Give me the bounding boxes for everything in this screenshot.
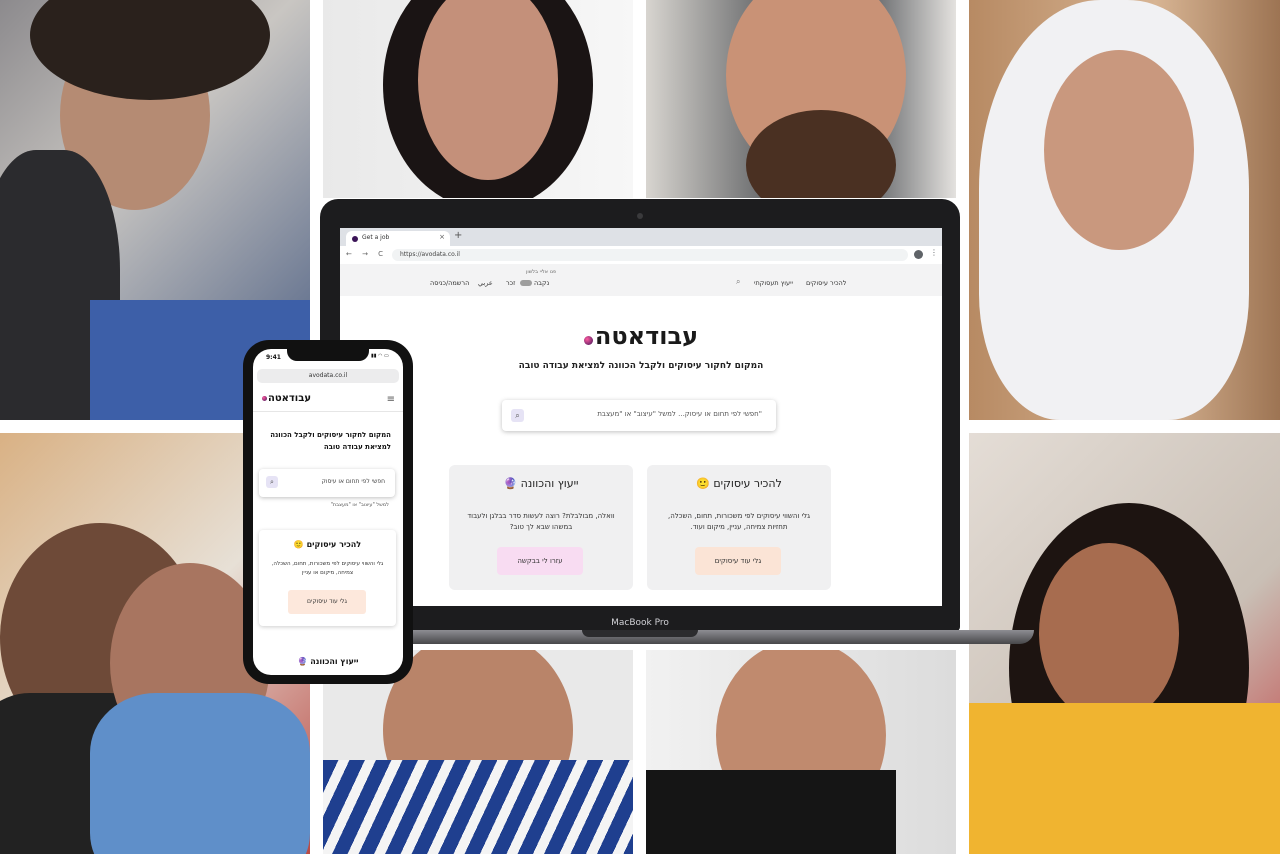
tab-title: Get a job bbox=[362, 234, 390, 241]
phone-header: עבודאטה ≡ bbox=[253, 389, 403, 412]
explore-occupations-button[interactable]: גלי עוד עיסוקים bbox=[695, 547, 781, 575]
card-title: להכיר עיסוקים 🙂 bbox=[696, 477, 782, 490]
phone-tagline: המקום לחקור עיסוקים ולקבל הכוונה למציאת … bbox=[270, 431, 391, 451]
photo-man-glasses bbox=[646, 0, 956, 198]
site-header: להכיר עיסוקים ייעוץ תעסוקתי ⌕ פנו אליי ב… bbox=[340, 264, 942, 296]
nav-career-consulting[interactable]: ייעוץ תעסוקתי bbox=[754, 279, 793, 287]
phone-logo-text: עבודאטה bbox=[267, 393, 311, 404]
browser-tab-bar: Get a job × + bbox=[340, 228, 942, 246]
login-link[interactable]: הרשמה/כניסה bbox=[430, 279, 469, 287]
status-time: 9:41 bbox=[266, 354, 281, 361]
phone-search-example: למשל "עיצוב" או "מעצבת" bbox=[330, 502, 389, 508]
card-description: גלי והשווי עיסוקים לפי משכורות, תחום, הש… bbox=[667, 512, 811, 531]
browser-tab[interactable]: Get a job × bbox=[346, 231, 450, 246]
browser-address-bar: ← → C https://avodata.co.il ⋮ bbox=[340, 246, 942, 265]
laptop-model-label: MacBook Pro bbox=[611, 618, 669, 628]
help-me-button[interactable]: עזרו לי בבקשה bbox=[497, 547, 583, 575]
laptop-notch bbox=[582, 630, 698, 637]
site-tagline: המקום לחקור עיסוקים ולקבל הכוונה למציאת … bbox=[518, 361, 764, 371]
url-field[interactable]: https://avodata.co.il bbox=[392, 249, 908, 261]
photo-woman-headscarf bbox=[969, 0, 1280, 420]
url-text: https://avodata.co.il bbox=[400, 251, 460, 258]
laptop-camera bbox=[637, 213, 643, 219]
gender-caption: פנו אליי בלשון bbox=[526, 269, 557, 275]
profile-icon[interactable] bbox=[914, 250, 923, 259]
phone-url-bar[interactable]: avodata.co.il bbox=[257, 369, 399, 383]
phone-search-placeholder: חפשי לפי תחום או עיסוק bbox=[321, 478, 385, 485]
favicon-icon bbox=[352, 236, 358, 242]
phone-notch bbox=[287, 349, 369, 361]
card-about-employment: להכיר עיסוקים 🙂 גלי והשווי עיסוקים לפי מ… bbox=[647, 465, 831, 590]
site-logo: עבודאטה bbox=[340, 322, 942, 350]
phone-card-about-employment: להכיר עיסוקים 🙂 גלי והשווי עיסוקים לפי מ… bbox=[259, 530, 396, 626]
logo-dot-icon bbox=[583, 336, 593, 345]
search-icon[interactable]: ⌕ bbox=[736, 277, 740, 287]
site-logo-text: עבודאטה bbox=[594, 322, 699, 350]
phone-logo: עבודאטה bbox=[261, 393, 311, 404]
hamburger-menu-icon[interactable]: ≡ bbox=[387, 394, 395, 405]
search-placeholder: חפשי לפי תחום או עיסוק... למשל "עיצוב" א… bbox=[597, 410, 762, 418]
tab-close-icon[interactable]: × bbox=[439, 233, 445, 241]
search-input[interactable]: חפשי לפי תחום או עיסוק... למשל "עיצוב" א… bbox=[502, 400, 776, 431]
phone-next-card-title: ייעוץ והכוונה 🔮 bbox=[297, 657, 359, 666]
card-title: ייעוץ והכוונה 🔮 bbox=[503, 477, 579, 490]
gender-male-label[interactable]: זכר bbox=[506, 279, 515, 287]
language-arabic-link[interactable]: عربي bbox=[478, 279, 493, 287]
new-tab-button[interactable]: + bbox=[454, 230, 462, 241]
gender-toggle[interactable] bbox=[520, 280, 532, 286]
nav-arrows-icon[interactable]: ← → C bbox=[346, 250, 387, 258]
laptop-screen: Get a job × + ← → C https://avodata.co.i… bbox=[340, 228, 942, 606]
logo-dot-icon bbox=[261, 396, 267, 401]
nav-about-employment[interactable]: להכיר עיסוקים bbox=[806, 279, 846, 287]
phone-search-input[interactable]: חפשי לפי תחום או עיסוק ⌕ bbox=[259, 469, 395, 497]
photo-man-black-shirt bbox=[646, 650, 956, 854]
card-description: וואלה, מבולבלת? רוצה לעשות סדר בבלגן ולע… bbox=[467, 512, 615, 531]
card-description: גלי והשווי עיסוקים לפי משכורות, תחום, הש… bbox=[271, 561, 384, 576]
search-icon[interactable]: ⌕ bbox=[511, 409, 524, 422]
search-icon[interactable]: ⌕ bbox=[266, 476, 278, 488]
browser-menu-icon[interactable]: ⋮ bbox=[930, 248, 938, 257]
phone-screen: 9:41 ▮▮ ◠ ▭ avodata.co.il עבודאטה ≡ המקו… bbox=[253, 349, 403, 675]
phone-explore-occupations-button[interactable]: גלי עוד עיסוקים bbox=[288, 590, 366, 614]
status-icons: ▮▮ ◠ ▭ bbox=[371, 353, 389, 359]
card-career-consulting: ייעוץ והכוונה 🔮 וואלה, מבולבלת? רוצה לעש… bbox=[449, 465, 633, 590]
card-title: להכיר עיסוקים 🙂 bbox=[293, 540, 362, 549]
gender-female-label[interactable]: נקבה bbox=[534, 279, 549, 287]
photo-woman-smiling bbox=[323, 0, 633, 198]
